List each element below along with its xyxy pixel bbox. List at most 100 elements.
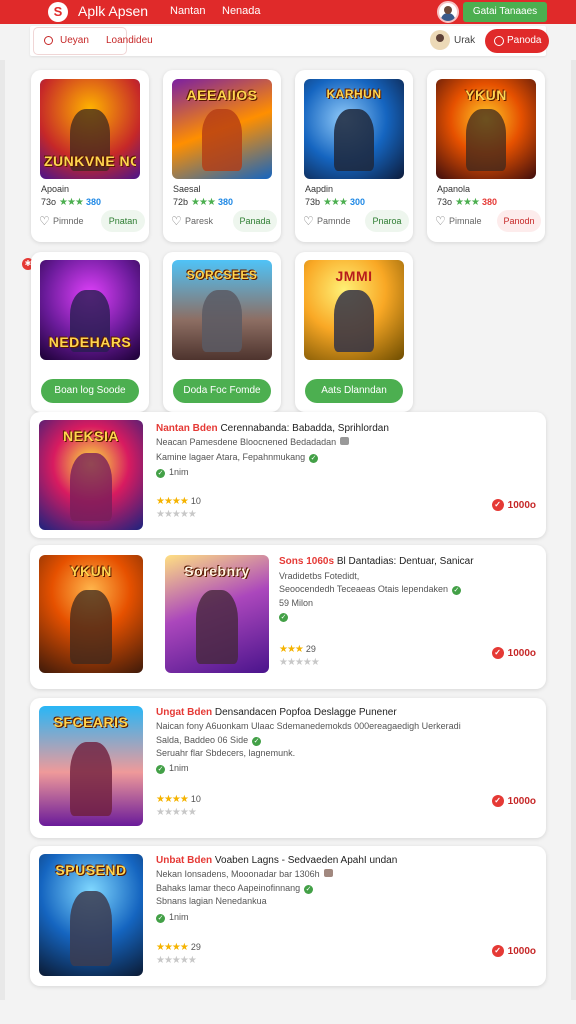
verified-icon: ✓ bbox=[451, 586, 461, 595]
verified-icon: ✓ bbox=[309, 454, 319, 463]
favorite-button[interactable]: Paresk bbox=[171, 214, 213, 228]
profile-avatar[interactable] bbox=[430, 30, 450, 50]
entry-title[interactable]: Ungat Bden Densandacen Popfoa Deslagge P… bbox=[156, 707, 397, 718]
game-rating: 73o ★★★ 380 bbox=[41, 197, 101, 208]
profile-name[interactable]: Urak bbox=[454, 35, 475, 46]
top-app-bar: S Aplk Apsen Nantan Nenada Gatai Tanaaes bbox=[0, 0, 576, 24]
game-card[interactable]: NEDEHARS Boan log Soode bbox=[31, 252, 149, 412]
entry-description: Bahaks lamar theco Aapeinofinnang ✓ bbox=[156, 883, 314, 894]
tab-label: Ueyan bbox=[60, 35, 89, 46]
game-card[interactable]: KARHUN Aapdin 73b★★★300 Pamnde Pnaroa bbox=[295, 70, 413, 242]
entry-description: Seruahr flar Sbdecers, lagnemunk. bbox=[156, 748, 296, 758]
game-card[interactable]: AEEAIIOS Saesal 72b★★★380 Paresk Panada bbox=[163, 70, 281, 242]
game-thumbnail[interactable]: NEDEHARS bbox=[40, 260, 140, 360]
list-item[interactable]: SPUSEND Unbat Bden Voaben Lagns - Sedvae… bbox=[30, 846, 546, 986]
nav-link-2[interactable]: Nenada bbox=[222, 5, 261, 17]
header-action-button[interactable]: Gatai Tanaaes bbox=[463, 2, 547, 22]
card-action-button[interactable]: Pnaroa bbox=[365, 210, 409, 232]
character-art bbox=[466, 109, 506, 171]
game-card[interactable]: YKUN Apanola 73o★★★380 Pimnale Panodn bbox=[427, 70, 545, 242]
entry-description: Nekan Ionsadens, Mooonadar bar 1306h bbox=[156, 869, 333, 879]
character-art bbox=[334, 290, 374, 352]
verified-icon: ✓ bbox=[156, 469, 165, 478]
entry-meta: ✓ 1nim bbox=[156, 467, 189, 478]
entry-title[interactable]: Nantan Bden Cerennabanda: Babadda, Sprih… bbox=[156, 423, 389, 434]
entry-meta: 59 Milon bbox=[279, 598, 314, 608]
entry-rating: ★★★★ 10 bbox=[156, 496, 201, 507]
game-thumbnail[interactable]: SORCSEES bbox=[172, 260, 272, 360]
game-thumbnail[interactable]: NEKSIA bbox=[39, 420, 143, 530]
game-card[interactable]: JMMI Aats Dlanndan bbox=[295, 252, 413, 412]
game-thumbnail[interactable]: YKUN bbox=[39, 555, 143, 673]
game-art-title: Sorebnry bbox=[184, 563, 250, 579]
game-thumbnail[interactable]: Sorebnry bbox=[165, 555, 269, 673]
entry-price[interactable]: 1000o bbox=[491, 795, 536, 807]
game-thumbnail[interactable]: JMMI bbox=[304, 260, 404, 360]
tab-loandideu[interactable]: Loandideu bbox=[106, 35, 153, 46]
rating-stars-empty: ★★★★★ bbox=[279, 657, 320, 668]
game-art-title: SORCSEES bbox=[186, 268, 258, 282]
get-game-button[interactable]: Boan log Soode bbox=[41, 379, 139, 403]
game-rating: 73o ★★★ 380 bbox=[437, 197, 497, 208]
list-item[interactable]: SFCEARIS Ungat Bden Densandacen Popfoa D… bbox=[30, 698, 546, 838]
favorite-button[interactable]: Pimnale bbox=[435, 214, 482, 228]
game-art-title: NEKSIA bbox=[63, 428, 119, 444]
nav-link-1[interactable]: Nantan bbox=[170, 5, 205, 17]
favorite-button[interactable]: Pimnde bbox=[39, 214, 84, 228]
card-action-button[interactable]: Panodn bbox=[497, 210, 541, 232]
game-thumbnail[interactable]: KARHUN bbox=[304, 79, 404, 179]
entry-description: Naican fony A6uonkam Ulaac Sdemanedemokd… bbox=[156, 721, 461, 731]
game-thumbnail[interactable]: ZUNKVNE NODK bbox=[40, 79, 140, 179]
rating-stars-empty: ★★★★★ bbox=[156, 807, 197, 818]
game-thumbnail[interactable]: YKUN bbox=[436, 79, 536, 179]
entry-rating: ★★★★ 29 bbox=[156, 942, 201, 953]
favorite-button[interactable]: Pamnde bbox=[303, 214, 351, 228]
card-action-button[interactable]: Pnatan bbox=[101, 210, 145, 232]
game-art-title: JMMI bbox=[335, 268, 373, 284]
game-art-title: AEEAIIOS bbox=[186, 87, 258, 103]
game-name: Saesal bbox=[173, 184, 201, 194]
game-art-title: YKUN bbox=[465, 87, 507, 103]
character-art bbox=[70, 890, 112, 967]
right-edge bbox=[571, 60, 576, 1000]
game-name: Apoain bbox=[41, 184, 70, 194]
game-thumbnail[interactable]: SFCEARIS bbox=[39, 706, 143, 826]
game-art-title: SPUSEND bbox=[55, 862, 127, 878]
character-art bbox=[202, 109, 242, 171]
rating-stars-empty: ★★★★★ bbox=[156, 509, 197, 520]
verified-icon: ✓ bbox=[156, 765, 165, 774]
card-action-button[interactable]: Panada bbox=[233, 210, 277, 232]
entry-meta: ✓ 1nim bbox=[156, 763, 189, 774]
game-card[interactable]: SORCSEES Doda Foc Fomde bbox=[163, 252, 281, 412]
entry-title[interactable]: Sons 1060s Bl Dantadias: Dentuar, Sanica… bbox=[279, 556, 474, 567]
game-art-title: NEDEHARS bbox=[48, 334, 132, 350]
game-card[interactable]: ZUNKVNE NODK Apoain 73o★★★380 Pimnde Pna… bbox=[31, 70, 149, 242]
left-edge bbox=[0, 60, 5, 1000]
verified-icon: ✓ bbox=[252, 737, 262, 746]
character-art bbox=[334, 109, 374, 171]
game-art-title: ZUNKVNE NODK bbox=[44, 153, 136, 169]
user-avatar[interactable] bbox=[437, 1, 459, 23]
get-game-button[interactable]: Aats Dlanndan bbox=[305, 379, 403, 403]
entry-rating: ★★★★ 10 bbox=[156, 794, 201, 805]
verified-icon: ✓ bbox=[279, 613, 288, 622]
sub-toolbar: Ueyan Loandideu Urak Panoda bbox=[30, 26, 549, 56]
subbar-action-button[interactable]: Panoda bbox=[485, 29, 549, 53]
entry-price[interactable]: 1000o bbox=[491, 945, 536, 957]
entry-description: Neacan Pamesdene Bloocnened Bedadadan bbox=[156, 437, 350, 447]
list-item[interactable]: YKUN Sorebnry Sons 1060s Bl Dantadias: D… bbox=[30, 545, 546, 689]
entry-title[interactable]: Unbat Bden Voaben Lagns - Sedvaeden Apah… bbox=[156, 855, 397, 866]
rating-stars-empty: ★★★★★ bbox=[156, 955, 197, 966]
entry-description: Seoocendedh Teceaeas Otais lependaken ✓ bbox=[279, 584, 461, 595]
entry-description: Salda, Baddeo 06 Side ✓ bbox=[156, 735, 262, 746]
list-item[interactable]: NEKSIA Nantan Bden Cerennabanda: Babadda… bbox=[30, 412, 546, 538]
game-thumbnail[interactable]: AEEAIIOS bbox=[172, 79, 272, 179]
entry-price[interactable]: 1000o bbox=[491, 647, 536, 659]
game-thumbnail[interactable]: SPUSEND bbox=[39, 854, 143, 976]
game-art-title: KARHUN bbox=[326, 87, 382, 101]
entry-description: Sbnans lagian Nenedankua bbox=[156, 896, 267, 906]
get-game-button[interactable]: Doda Foc Fomde bbox=[173, 379, 271, 403]
entry-meta: ✓ bbox=[279, 611, 288, 622]
app-logo-icon[interactable]: S bbox=[48, 2, 68, 22]
entry-price[interactable]: 1000o bbox=[491, 499, 536, 511]
